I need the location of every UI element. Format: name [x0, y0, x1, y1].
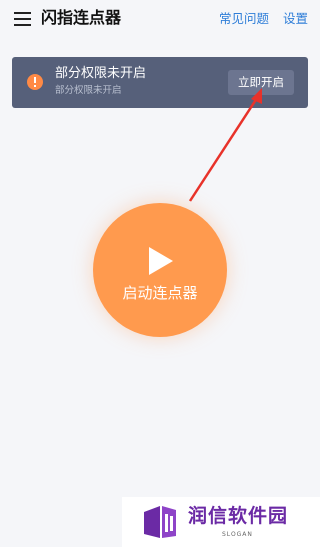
start-clicker-button[interactable]: 启动连点器	[93, 203, 227, 337]
top-bar: 闪指连点器 常见问题 设置	[0, 0, 320, 40]
watermark-logo-icon	[144, 506, 176, 538]
watermark: 润信软件园 SLOGAN	[122, 497, 320, 547]
banner-subtitle: 部分权限未开启	[55, 85, 122, 96]
enable-now-button[interactable]: 立即开启	[228, 70, 294, 95]
faq-link[interactable]: 常见问题	[219, 11, 269, 27]
banner-title: 部分权限未开启	[55, 66, 147, 81]
watermark-text: 润信软件园	[188, 505, 289, 527]
settings-link[interactable]: 设置	[283, 11, 308, 27]
warning-icon	[27, 74, 43, 90]
start-clicker-label: 启动连点器	[122, 284, 198, 302]
play-icon	[149, 247, 173, 275]
hamburger-menu-icon[interactable]	[14, 11, 31, 26]
permission-banner: 部分权限未开启 部分权限未开启 立即开启	[12, 57, 308, 108]
app-title: 闪指连点器	[41, 8, 122, 27]
watermark-slogan: SLOGAN	[222, 531, 253, 538]
